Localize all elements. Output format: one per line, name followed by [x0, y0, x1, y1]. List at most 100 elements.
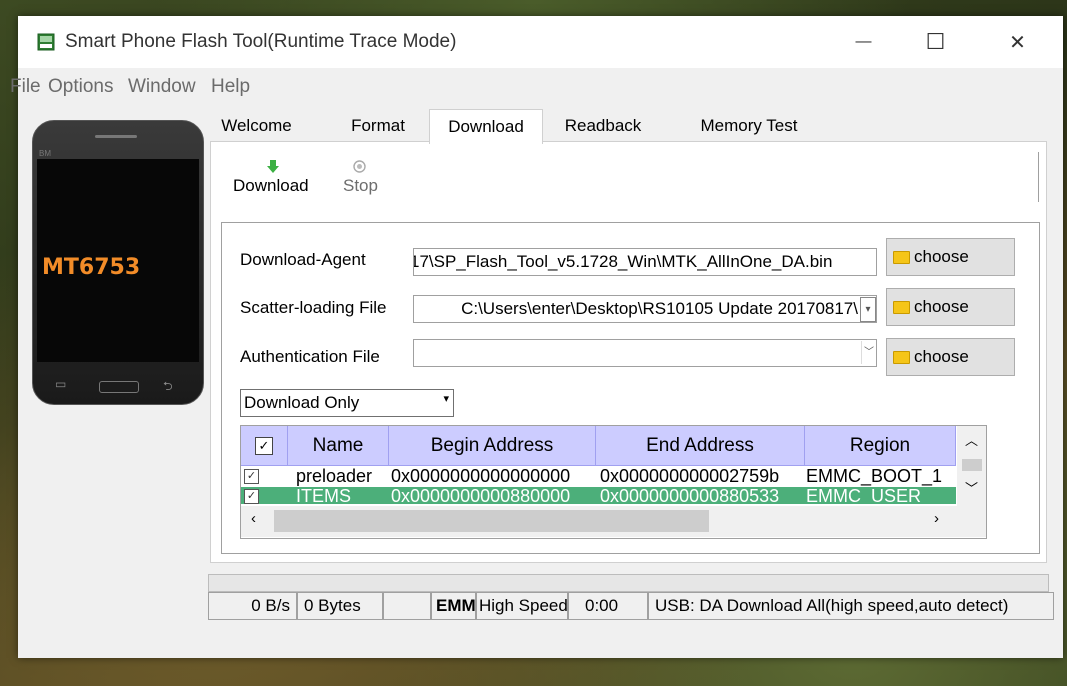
download-mode-value: Download Only	[244, 393, 360, 412]
progress-bar	[208, 574, 1049, 592]
dropdown-arrow-icon: ▾	[443, 393, 449, 405]
scroll-left-icon[interactable]: ‹	[251, 510, 256, 527]
auth-file-combo[interactable]: ﹀	[413, 339, 877, 367]
folder-icon	[893, 350, 910, 364]
status-storage-value: EMMC	[436, 596, 476, 615]
download-agent-value: 17\SP_Flash_Tool_v5.1728_Win\MTK_AllInOn…	[413, 252, 833, 271]
scatter-file-choose-button[interactable]: choose	[886, 288, 1015, 326]
window-title: Smart Phone Flash Tool(Runtime Trace Mod…	[65, 31, 457, 52]
tab-label: Welcome	[221, 116, 292, 135]
cell-begin-address: 0x0000000000880000	[391, 487, 571, 504]
home-key-icon	[99, 381, 139, 393]
stop-button[interactable]: Stop	[343, 160, 393, 202]
status-message-value: USB: DA Download All(high speed,auto det…	[655, 596, 1009, 615]
status-time-value: 0:00	[585, 596, 619, 615]
scroll-up-icon[interactable]: ︿	[965, 430, 978, 449]
tab-label: Download	[448, 117, 524, 136]
auth-file-choose-button[interactable]: choose	[886, 338, 1015, 376]
choose-label: choose	[914, 347, 969, 366]
back-key-icon: ⮌	[163, 379, 173, 393]
cell-end-address: 0x0000000000880533	[600, 487, 780, 504]
chip-label: MT6753	[42, 255, 141, 280]
row-checkbox[interactable]: ✓	[244, 469, 259, 484]
status-bytes-value: 0 Bytes	[304, 596, 361, 615]
cell-name: ITEMS	[296, 487, 352, 504]
vertical-scrollbar[interactable]: ︿ ﹀	[957, 426, 986, 506]
cell-region: EMMC_BOOT_1	[806, 466, 943, 486]
scatter-file-combo[interactable]: C:\Users\enter\Desktop\RS10105 Update 20…	[413, 295, 877, 323]
status-time: 0:00	[568, 592, 648, 620]
status-bar: 0 B/s 0 Bytes EMMC High Speed 0:00 USB: …	[208, 592, 1054, 622]
download-agent-choose-button[interactable]: choose	[886, 238, 1015, 276]
menu-options[interactable]: Options	[48, 76, 113, 98]
table-row[interactable]: ✓ preloader 0x0000000000000000 0x0000000…	[241, 466, 956, 487]
scatter-file-value: C:\Users\enter\Desktop\RS10105 Update 20…	[461, 299, 858, 318]
app-icon	[37, 33, 55, 51]
vertical-scroll-thumb[interactable]	[962, 459, 982, 471]
stop-label: Stop	[343, 176, 378, 195]
chevron-down-icon[interactable]: ﹀	[861, 341, 876, 364]
partition-table: ✓ Name Begin Address End Address Region …	[240, 425, 987, 539]
status-empty	[383, 592, 431, 620]
folder-icon	[893, 250, 910, 264]
row-checkbox[interactable]: ✓	[244, 489, 259, 504]
close-button[interactable]: ✕	[990, 16, 1045, 68]
tab-format[interactable]: Format	[340, 111, 416, 141]
minimize-button[interactable]: —	[836, 16, 891, 68]
column-header-begin-address[interactable]: Begin Address	[389, 426, 596, 466]
maximize-button[interactable]: ☐	[908, 16, 963, 68]
download-label: Download	[233, 176, 309, 195]
download-mode-select[interactable]: Download Only ▾	[240, 389, 454, 417]
table-row[interactable]: ✓ ITEMS 0x0000000000880000 0x00000000008…	[241, 487, 956, 504]
phone-speaker	[95, 135, 137, 138]
tab-memory-test[interactable]: Memory Test	[678, 111, 820, 141]
download-button[interactable]: Download	[233, 160, 323, 202]
tab-label: Memory Test	[700, 116, 798, 135]
status-speed-value: 0 B/s	[251, 596, 290, 615]
auth-file-label: Authentication File	[240, 347, 380, 366]
toolbar: Download Stop	[221, 152, 1039, 202]
column-header-label: Region	[849, 434, 911, 456]
status-usb-speed-value: High Speed	[479, 596, 568, 615]
menu-bar: File Options Window Help	[10, 72, 1063, 102]
menu-key-icon: ▭	[55, 377, 67, 391]
status-message: USB: DA Download All(high speed,auto det…	[648, 592, 1054, 620]
status-storage: EMMC	[431, 592, 476, 620]
tab-label: Readback	[564, 116, 642, 135]
checkbox-icon[interactable]: ✓	[255, 436, 273, 455]
status-bytes: 0 Bytes	[297, 592, 383, 620]
stop-icon	[353, 160, 366, 173]
phone-illustration: BM MT6753 ▭ ⮌	[32, 120, 204, 405]
cell-end-address: 0x000000000002759b	[600, 466, 780, 486]
status-usb-speed: High Speed	[476, 592, 568, 620]
cell-region: EMMC_USER	[806, 487, 922, 504]
maximize-icon: ☐	[925, 29, 946, 54]
column-header-label: End Address	[646, 434, 754, 456]
status-speed: 0 B/s	[208, 592, 297, 620]
phone-brand: BM	[39, 149, 51, 158]
select-all-checkbox-header[interactable]: ✓	[241, 426, 288, 466]
title-bar[interactable]: Smart Phone Flash Tool(Runtime Trace Mod…	[18, 16, 1063, 68]
choose-label: choose	[914, 297, 969, 316]
column-header-end-address[interactable]: End Address	[596, 426, 805, 466]
cell-begin-address: 0x0000000000000000	[391, 466, 571, 486]
column-header-name[interactable]: Name	[288, 426, 389, 466]
download-agent-field[interactable]: 17\SP_Flash_Tool_v5.1728_Win\MTK_AllInOn…	[413, 248, 877, 276]
cell-name: preloader	[296, 466, 373, 486]
horizontal-scroll-thumb[interactable]	[274, 510, 709, 532]
tab-download[interactable]: Download	[429, 109, 543, 144]
choose-label: choose	[914, 247, 969, 266]
scroll-down-icon[interactable]: ﹀	[965, 478, 978, 497]
tab-readback[interactable]: Readback	[556, 111, 650, 141]
tab-welcome[interactable]: Welcome	[218, 111, 295, 141]
menu-window[interactable]: Window	[128, 76, 196, 98]
chevron-down-icon[interactable]: ▾	[860, 297, 876, 322]
scroll-right-icon[interactable]: ›	[934, 510, 939, 527]
scatter-file-label: Scatter-loading File	[240, 298, 387, 317]
download-arrow-icon	[267, 160, 279, 173]
column-header-region[interactable]: Region	[805, 426, 956, 466]
minimize-icon: —	[855, 33, 872, 50]
menu-file[interactable]: File	[10, 76, 41, 98]
horizontal-scrollbar[interactable]: ‹ ›	[241, 506, 986, 537]
menu-help[interactable]: Help	[211, 76, 250, 98]
